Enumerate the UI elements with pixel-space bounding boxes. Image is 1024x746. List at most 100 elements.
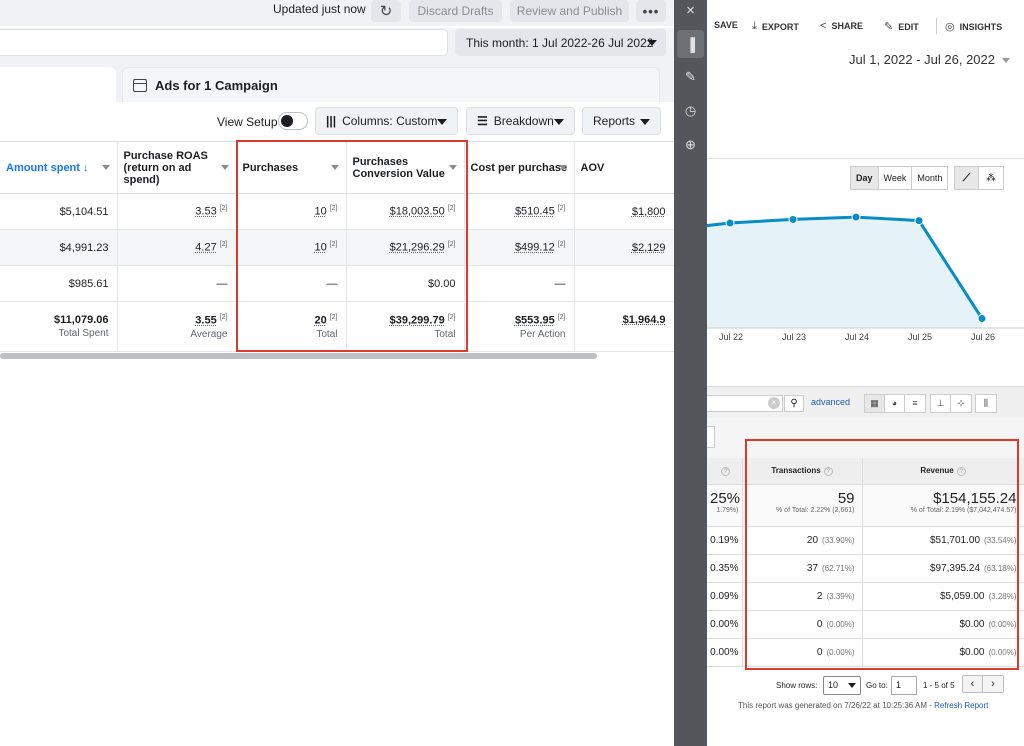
total-roas: 3.55 [2] Average — [117, 301, 237, 352]
view-toggle-group: ⊥ ⊹ — [930, 394, 972, 413]
bar-chart-icon[interactable]: ▐ — [677, 30, 704, 58]
data-point-jul-24[interactable] — [851, 212, 861, 222]
cell-roas: 4.27 [2] — [117, 229, 237, 266]
table-pagination: Show rows: 10 Go to: 1 1 - 5 of 5 ‹ › — [707, 672, 1024, 702]
table-controls: × ⚲ advanced ▦ ◕ ≡ ⊥ ⊹ ⫼ — [707, 386, 1024, 418]
rows-per-page-select[interactable]: 10 — [823, 676, 861, 695]
refresh-report-link[interactable]: Refresh Report — [934, 701, 988, 710]
total-transactions: 59% of Total: 2.22% (2,661) — [742, 484, 863, 527]
search-icon[interactable]: ⚲ — [784, 395, 804, 412]
performance-view-icon[interactable]: ≡ — [905, 395, 925, 412]
prev-page-button[interactable]: ‹ — [963, 676, 983, 692]
cell-conv-value: $0.00 — [346, 265, 465, 302]
motion-chart-icon[interactable]: ⁂ — [979, 167, 1003, 189]
header-conversion-rate[interactable]: ? — [707, 458, 743, 485]
chevron-down-icon — [640, 119, 650, 125]
save-button[interactable]: SAVE — [714, 20, 738, 30]
cell-aov — [574, 265, 674, 302]
columns-icon: ||| — [326, 114, 337, 128]
date-range-picker[interactable]: Jul 1, 2022 - Jul 26, 2022 — [849, 52, 1010, 67]
reports-dropdown[interactable]: Reports — [582, 107, 661, 135]
view-setup-toggle[interactable] — [278, 112, 308, 130]
search-filter-bar[interactable] — [0, 29, 448, 56]
table-search-input[interactable]: × — [707, 395, 783, 412]
data-point-jul-23[interactable] — [788, 214, 798, 224]
header-aov[interactable]: AOV — [574, 141, 674, 194]
data-point-jul-26[interactable] — [977, 314, 987, 324]
cell-amount: $4,991.23 — [0, 229, 118, 266]
ads-table: Amount spent ↓ Purchase ROAS (return on … — [0, 141, 674, 352]
pencil-icon[interactable]: ✎ — [674, 63, 707, 91]
header-revenue[interactable]: Revenue? — [862, 458, 1024, 485]
table-row[interactable]: 0.35% 37 (62.71%) $97,395.24 (63.18%) — [707, 554, 1024, 583]
more-options-button[interactable]: ••• — [636, 0, 666, 22]
cell-cost: $510.45 [2] — [464, 193, 575, 230]
review-publish-button[interactable]: Review and Publish — [510, 0, 629, 22]
view-toggle-group: ⫼ — [975, 394, 997, 413]
table-view-icon[interactable]: ▦ — [865, 395, 885, 412]
table-row[interactable]: $5,104.51 3.53 [2] 10 [2] $18,003.50 [2] $5… — [0, 193, 674, 230]
line-chart-icon[interactable]: ⟋ — [955, 167, 979, 189]
pencil-icon: ✎ — [884, 21, 894, 33]
table-row[interactable]: $985.61 — — $0.00 — — [0, 265, 674, 302]
breakdown-dropdown[interactable]: ☰ Breakdown — [466, 107, 575, 135]
clock-icon[interactable]: ◷ — [674, 97, 707, 125]
close-icon[interactable]: × — [674, 0, 707, 24]
tab-ads[interactable]: Ads for 1 Campaign — [122, 67, 660, 102]
help-icon[interactable]: ? — [823, 466, 833, 476]
edit-button[interactable]: ✎ EDIT — [884, 20, 919, 33]
header-conversion-value[interactable]: Purchases Conversion Value — [346, 141, 465, 194]
date-range-picker[interactable]: This month: 1 Jul 2022-26 Jul 2022 — [455, 29, 666, 56]
ecommerce-table: ? Transactions? Revenue? 25% 1.79%) 59% o… — [707, 458, 1024, 667]
tab-campaigns[interactable] — [0, 67, 116, 102]
granularity-day[interactable]: Day — [851, 167, 879, 189]
next-page-button[interactable]: › — [983, 676, 1003, 692]
data-point-jul-25[interactable] — [914, 216, 924, 226]
columns-dropdown[interactable]: ||| Columns: Custom — [315, 107, 458, 135]
cell-aov: $1,800 — [574, 193, 674, 230]
header-purchases[interactable]: Purchases — [236, 141, 347, 194]
comparison-view-icon[interactable]: ⊥ — [931, 395, 951, 412]
area-fill — [707, 217, 982, 328]
granularity-week[interactable]: Week — [878, 167, 913, 189]
data-point-jul-22[interactable] — [725, 218, 735, 228]
date-range-label: This month: 1 Jul 2022-26 Jul 2022 — [466, 35, 654, 50]
export-button[interactable]: ⤓ EXPORT — [752, 20, 799, 33]
cell-purchases: 10 [2] — [236, 193, 347, 230]
report-generated-note: This report was generated on 7/26/22 at … — [738, 701, 989, 710]
refresh-icon: ↻ — [379, 3, 393, 20]
header-purchase-roas[interactable]: Purchase ROAS (return on ad spend) — [117, 141, 237, 194]
header-transactions[interactable]: Transactions? — [742, 458, 863, 485]
table-row[interactable]: 0.00% 0 (0.00%) $0.00 (0.00%) — [707, 638, 1024, 667]
pager: ‹ › — [962, 675, 1004, 693]
pie-view-icon[interactable]: ◕ — [885, 395, 905, 412]
discard-drafts-button[interactable]: Discard Drafts — [409, 0, 502, 22]
granularity-month[interactable]: Month — [912, 167, 948, 189]
horizontal-scrollbar[interactable] — [0, 353, 597, 359]
header-cost-per-purchase[interactable]: Cost per purchase — [464, 141, 575, 194]
share-button[interactable]: < SHARE — [820, 20, 863, 32]
pivot-view-icon[interactable]: ⫼ — [976, 395, 996, 412]
zoom-icon[interactable]: ⊕ — [674, 131, 707, 159]
help-icon[interactable]: ? — [956, 466, 966, 476]
x-tick-label: Jul 24 — [845, 332, 870, 342]
date-row: This month: 1 Jul 2022-26 Jul 2022 — [0, 28, 674, 58]
refresh-button[interactable]: ↻ — [371, 0, 401, 22]
clear-icon[interactable]: × — [768, 397, 780, 409]
sessions-area-chart — [707, 212, 1024, 329]
download-icon: ⤓ — [752, 20, 757, 32]
table-row[interactable]: 0.19% 20 (33.90%) $51,701.00 (33.54%) — [707, 526, 1024, 555]
table-row[interactable]: 0.00% 0 (0.00%) $0.00 (0.00%) — [707, 610, 1024, 639]
row-range: 1 - 5 of 5 — [923, 681, 955, 690]
total-cost: $553.95 [2] Per Action — [464, 301, 575, 352]
secondary-dimension-dropdown[interactable] — [707, 426, 715, 448]
table-row[interactable]: 0.09% 2 (3.39%) $5,059.00 (3.28%) — [707, 582, 1024, 611]
insights-button[interactable]: ◎ INSIGHTS — [945, 20, 1002, 33]
advanced-filter-link[interactable]: advanced — [811, 397, 850, 407]
term-cloud-icon[interactable]: ⊹ — [951, 395, 971, 412]
table-row[interactable]: $4,991.23 4.27 [2] 10 [2] $21,296.29 [2] $4… — [0, 229, 674, 266]
sort-icon — [330, 165, 339, 170]
go-to-page-input[interactable]: 1 — [891, 676, 917, 695]
header-amount-spent[interactable]: Amount spent ↓ — [0, 141, 118, 194]
help-icon[interactable]: ? — [721, 466, 731, 476]
